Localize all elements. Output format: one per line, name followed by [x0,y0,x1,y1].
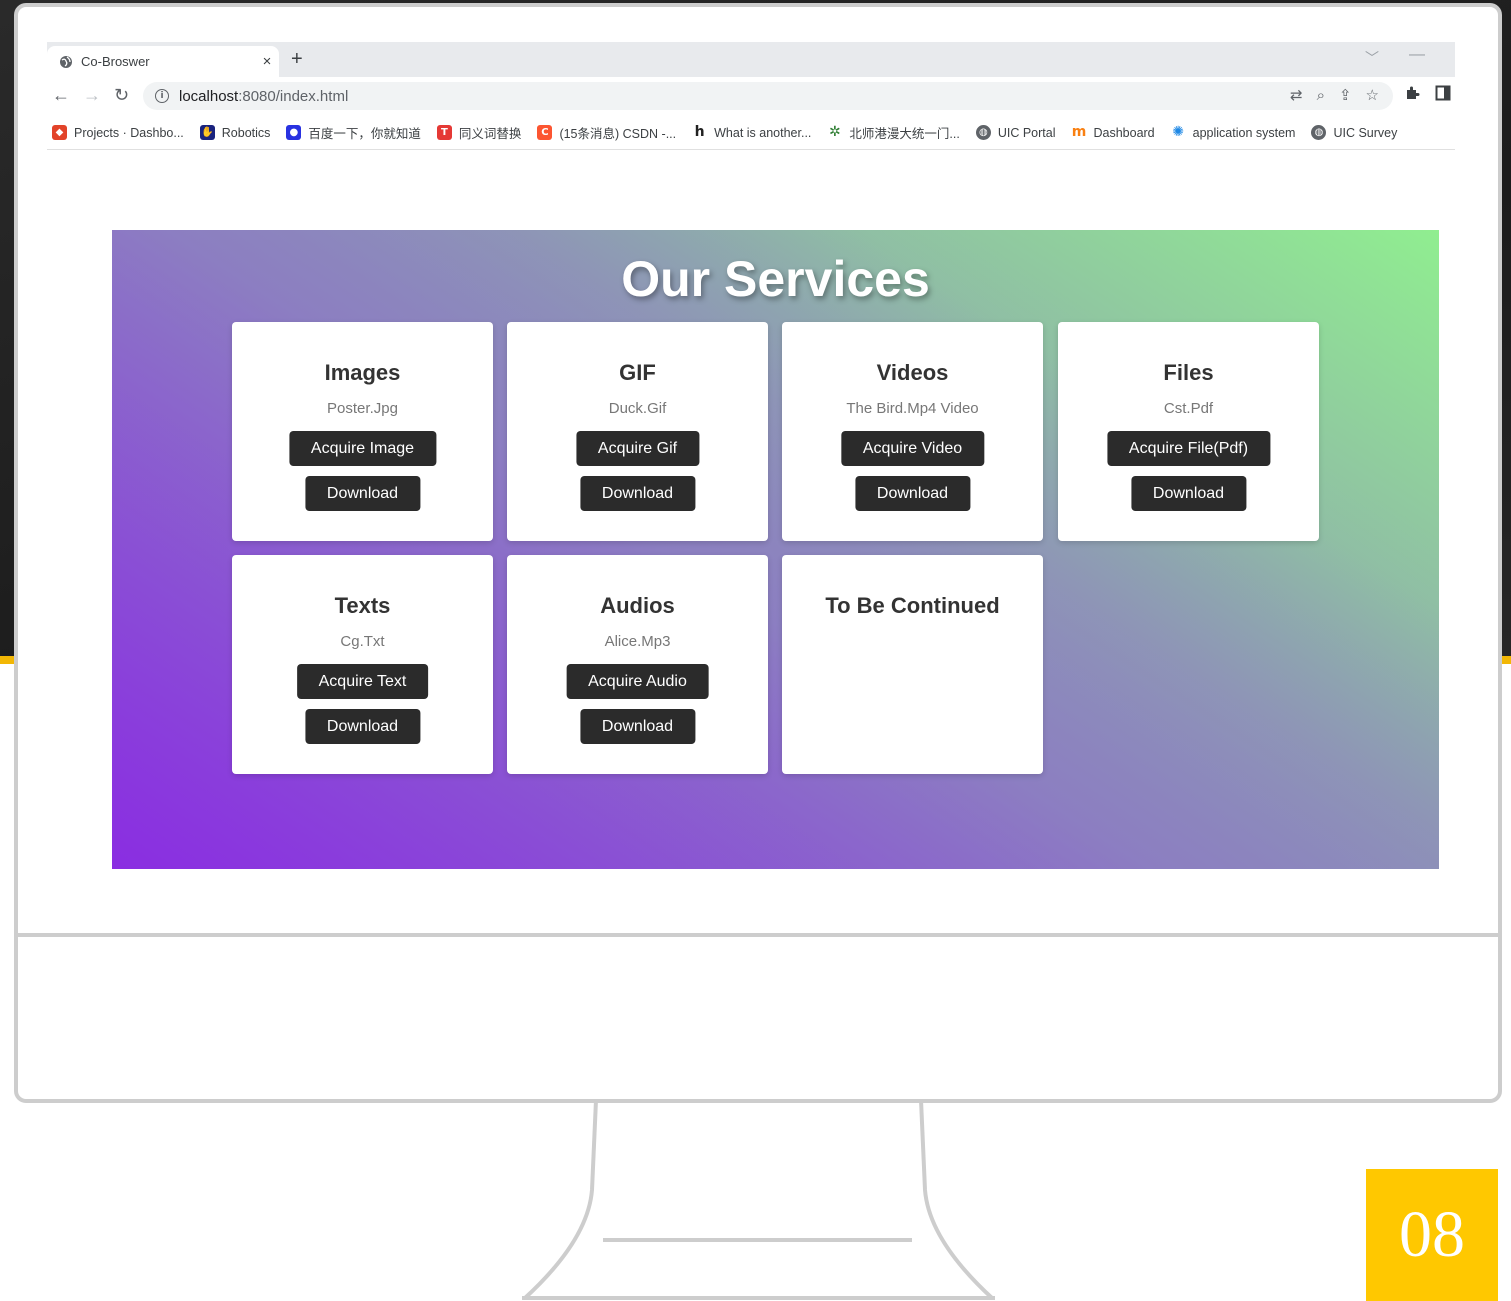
tab-search-chevron-icon[interactable]: ﹀ [1365,48,1379,68]
gitlab-icon: ◆ [52,125,67,140]
bookmark-star-icon[interactable]: ☆ [1366,86,1379,106]
share-icon[interactable]: ⇪ [1339,86,1352,106]
bookmark-item[interactable]: m Dashboard [1071,124,1155,140]
bookmark-item[interactable]: h What is another... [692,125,811,140]
bookmark-item[interactable]: ● 百度一下，你就知道 [286,123,421,142]
download-gif-button[interactable]: Download [579,476,696,511]
bookmark-item[interactable]: ◍ UIC Survey [1311,125,1397,140]
card-filename: Cst.Pdf [1163,400,1214,417]
bookmark-item[interactable]: ◍ UIC Portal [975,125,1055,140]
bookmarks-bar: ◆ Projects · Dashbo... ✋ Robotics ● 百度一下，你就… [47,116,1455,150]
address-bar[interactable]: i localhost:8080/index.html ⇄ ⌕ ⇪ ☆ [143,82,1393,110]
download-video-button[interactable]: Download [854,476,971,511]
page-title: Our Services [621,251,930,307]
card-filename: Poster.Jpg [327,400,398,417]
side-panel-icon[interactable] [1435,85,1451,101]
robot-hand-icon: ✋ [199,125,215,140]
tab-title: Co-Broswer [81,54,150,69]
baidu-paw-icon: ● [286,125,302,140]
new-tab-icon[interactable]: + [291,48,303,71]
minimize-icon[interactable]: — [1409,46,1425,64]
download-text-button[interactable]: Download [304,709,421,744]
card-title: Images [324,360,401,385]
url-text[interactable]: localhost:8080/index.html [179,88,348,105]
service-card-images: Images Poster.Jpg Acquire Image Download [232,322,493,541]
service-card-audios: Audios Alice.Mp3 Acquire Audio Download [507,555,768,774]
bookmark-item[interactable]: ✋ Robotics [199,125,270,140]
card-title: To Be Continued [825,593,1000,618]
card-title: GIF [619,360,656,385]
download-audio-button[interactable]: Download [579,709,696,744]
green-star-icon: ✲ [827,124,843,140]
bookmark-item[interactable]: T 同义词替换 [436,123,521,142]
browser-toolbar: ← → ↻ i localhost:8080/index.html ⇄ ⌕ ⇪ … [47,77,1455,115]
monitor-bezel-divider [18,933,1498,937]
card-title: Texts [334,593,391,618]
service-card-texts: Texts Cg.Txt Acquire Text Download [232,555,493,774]
translate-icon[interactable]: ⇄ [1290,86,1303,106]
card-title: Audios [600,593,675,618]
zoom-icon[interactable]: ⌕ [1317,86,1325,106]
moodle-m-icon: m [1071,124,1087,140]
tab-co-browser[interactable]: Co-Broswer × [47,46,279,77]
acquire-file-button[interactable]: Acquire File(Pdf) [1106,431,1271,466]
service-card-to-be-continued: To Be Continued [782,555,1043,774]
card-title: Videos [876,360,949,385]
h-logo-icon: h [692,125,708,140]
slide-number: 08 [1366,1169,1498,1301]
bookmark-item[interactable]: ◆ Projects · Dashbo... [52,125,184,140]
globe-icon: ◍ [1311,125,1327,140]
services-section: Our Services Images Poster.Jpg Acquire I… [112,230,1439,869]
site-info-icon[interactable]: i [155,89,169,103]
forward-arrow-icon[interactable]: → [83,85,101,105]
tab-close-icon[interactable]: × [255,53,279,70]
acquire-gif-button[interactable]: Acquire Gif [575,431,700,466]
csdn-c-icon: C [537,125,553,140]
service-card-gif: GIF Duck.Gif Acquire Gif Download [507,322,768,541]
t-logo-icon: T [436,125,452,140]
card-filename: Alice.Mp3 [604,633,671,650]
service-card-videos: Videos The Bird.Mp4 Video Acquire Video … [782,322,1043,541]
gear-flower-icon: ✺ [1170,124,1186,140]
card-filename: The Bird.Mp4 Video [846,400,979,417]
download-image-button[interactable]: Download [304,476,421,511]
download-file-button[interactable]: Download [1130,476,1247,511]
tab-strip: Co-Broswer × + ﹀ — [47,42,1455,77]
acquire-audio-button[interactable]: Acquire Audio [566,664,709,699]
acquire-text-button[interactable]: Acquire Text [296,664,429,699]
browser-window: Co-Broswer × + ﹀ — ← → ↻ i localhost:808… [47,42,1455,152]
acquire-video-button[interactable]: Acquire Video [840,431,985,466]
card-filename: Duck.Gif [608,400,667,417]
acquire-image-button[interactable]: Acquire Image [288,431,437,466]
globe-icon [60,55,72,68]
extensions-puzzle-icon[interactable] [1405,85,1421,101]
service-card-files: Files Cst.Pdf Acquire File(Pdf) Download [1058,322,1319,541]
bookmark-item[interactable]: C (15条消息) CSDN -... [537,123,676,142]
card-filename: Cg.Txt [340,633,385,650]
bookmark-item[interactable]: ✲ 北师港漫大统一门... [827,123,960,142]
globe-icon: ◍ [975,125,991,140]
bookmark-item[interactable]: ✺ application system [1170,124,1295,140]
back-arrow-icon[interactable]: ← [52,85,70,105]
reload-icon[interactable]: ↻ [114,85,129,105]
card-title: Files [1163,360,1214,385]
